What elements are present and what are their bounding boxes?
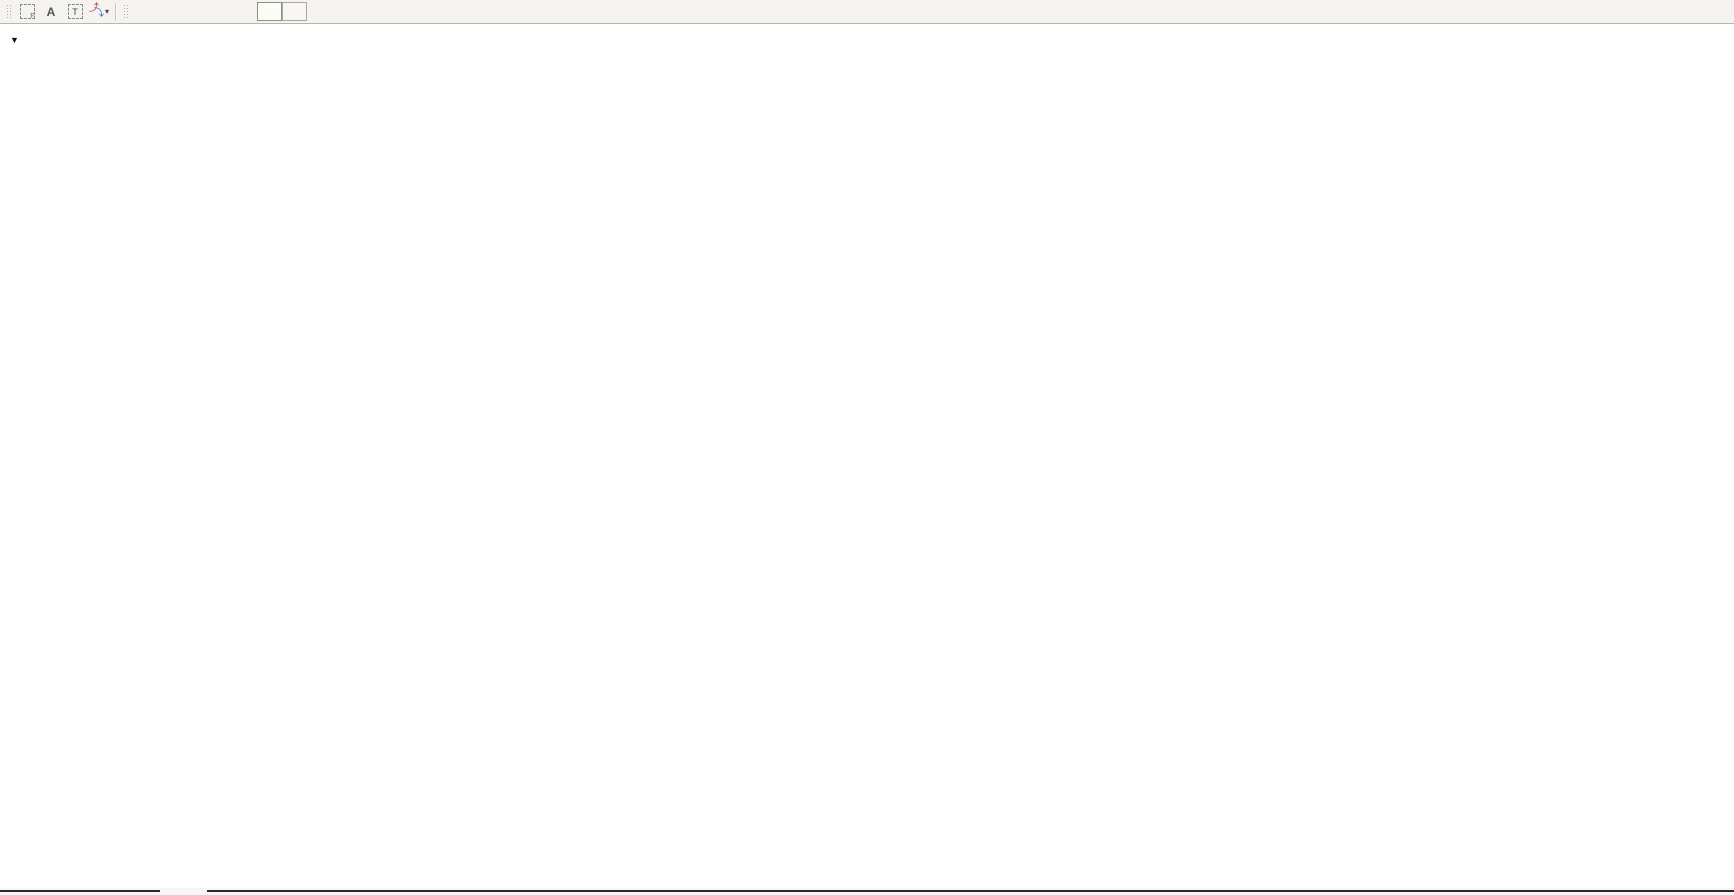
scrollbar-segment[interactable] bbox=[0, 890, 160, 892]
scrollbar-segment[interactable] bbox=[207, 890, 1734, 892]
collapse-triangle-icon[interactable]: ▼ bbox=[10, 35, 19, 45]
chart-title: ▼ bbox=[10, 32, 30, 46]
horizontal-scrollbar[interactable] bbox=[0, 888, 1734, 895]
chart-canvas[interactable] bbox=[0, 0, 1734, 895]
